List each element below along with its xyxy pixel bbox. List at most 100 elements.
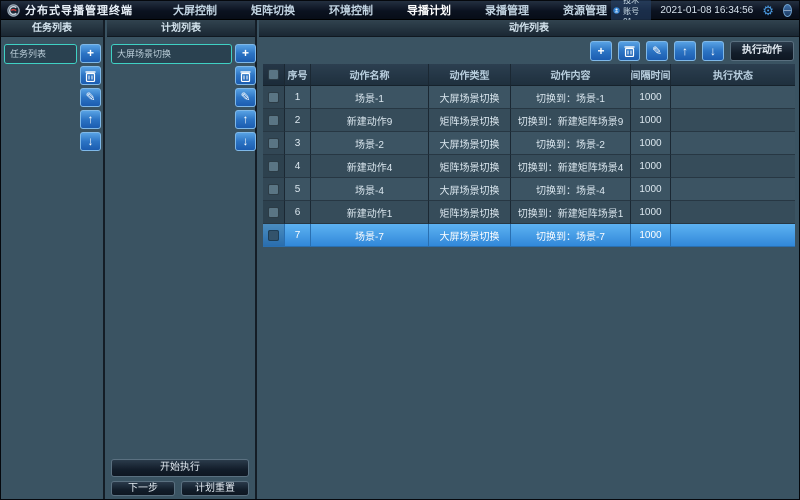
action-move-up-button[interactable]: ↑ [674, 41, 696, 61]
table-row[interactable]: 5 场景-4 大屏场景切换 切换到：场景-4 1000 [263, 178, 795, 201]
cell-action-name: 场景-1 [311, 86, 429, 109]
cell-interval: 1000 [631, 201, 671, 224]
select-all-checkbox[interactable] [268, 69, 279, 80]
action-delete-button[interactable] [618, 41, 640, 61]
column-header-action-name: 动作名称 [311, 64, 429, 86]
plan-move-down-button[interactable]: ↓ [235, 132, 256, 151]
task-button-column: + ✎ ↑ ↓ [80, 44, 101, 151]
table-row-selected[interactable]: 7 场景-7 大屏场景切换 切换到：场景-7 1000 [263, 224, 795, 247]
cell-exec-status [671, 224, 795, 247]
cell-action-type: 矩阵场景切换 [429, 109, 511, 132]
cell-action-content: 切换到：新建矩阵场景9 [511, 109, 631, 132]
tab-matrix-switch[interactable]: 矩阵切换 [247, 0, 299, 22]
table-row[interactable]: 6 新建动作1 矩阵场景切换 切换到：新建矩阵场景1 1000 [263, 201, 795, 224]
cell-interval: 1000 [631, 109, 671, 132]
task-delete-button[interactable] [80, 66, 101, 85]
cell-action-type: 大屏场景切换 [429, 224, 511, 247]
action-move-down-button[interactable]: ↓ [702, 41, 724, 61]
cell-action-type: 矩阵场景切换 [429, 155, 511, 178]
arrow-up-icon: ↑ [88, 111, 94, 128]
cell-action-type: 大屏场景切换 [429, 132, 511, 155]
cell-exec-status [671, 132, 795, 155]
task-move-down-button[interactable]: ↓ [80, 132, 101, 151]
cell-interval: 1000 [631, 178, 671, 201]
action-panel-title: 动作列表 [259, 20, 799, 37]
cell-action-name: 新建动作1 [311, 201, 429, 224]
execute-action-button[interactable]: 执行动作 [730, 41, 794, 61]
row-checkbox[interactable] [268, 115, 279, 126]
table-row[interactable]: 1 场景-1 大屏场景切换 切换到：场景-1 1000 [263, 86, 795, 109]
arrow-up-icon: ↑ [243, 111, 249, 128]
settings-gear-icon[interactable]: ⚙ [762, 4, 774, 17]
arrow-up-icon: ↑ [682, 43, 688, 60]
arrow-down-icon: ↓ [710, 43, 716, 60]
table-row[interactable]: 3 场景-2 大屏场景切换 切换到：场景-2 1000 [263, 132, 795, 155]
task-panel-title: 任务列表 [1, 20, 103, 37]
plan-delete-button[interactable] [235, 66, 256, 85]
plan-reset-button[interactable]: 计划重置 [181, 481, 249, 496]
user-icon [613, 4, 620, 17]
cell-no: 1 [285, 86, 311, 109]
cell-exec-status [671, 109, 795, 132]
cell-exec-status [671, 86, 795, 109]
cell-action-type: 大屏场景切换 [429, 178, 511, 201]
plan-button-column: + ✎ ↑ ↓ [235, 44, 256, 151]
cell-exec-status [671, 155, 795, 178]
task-add-button[interactable]: + [80, 44, 101, 63]
row-checkbox[interactable] [268, 184, 279, 195]
action-add-button[interactable]: + [590, 41, 612, 61]
cell-action-type: 矩阵场景切换 [429, 201, 511, 224]
plus-icon: + [597, 43, 604, 60]
plan-list-panel: 计划列表 大屏场景切换 + ✎ ↑ ↓ 开始执行 下一步 计划重置 [107, 20, 257, 499]
next-step-button[interactable]: 下一步 [111, 481, 175, 496]
cell-action-content: 切换到：新建矩阵场景1 [511, 201, 631, 224]
column-header-no: 序号 [285, 64, 311, 86]
tab-broadcast-plan[interactable]: 导播计划 [403, 0, 455, 22]
table-header-row: 序号 动作名称 动作类型 动作内容 间隔时间 执行状态 [263, 64, 795, 86]
task-move-up-button[interactable]: ↑ [80, 110, 101, 129]
action-toolbar: + ✎ ↑ ↓ 执行动作 [590, 41, 794, 61]
row-checkbox[interactable] [268, 92, 279, 103]
trash-icon [240, 70, 251, 82]
cell-action-name: 新建动作9 [311, 109, 429, 132]
app-logo-icon [7, 4, 20, 17]
cell-interval: 1000 [631, 132, 671, 155]
column-header-exec-status: 执行状态 [671, 64, 795, 86]
tab-recording-management[interactable]: 录播管理 [481, 0, 533, 22]
plan-edit-button[interactable]: ✎ [235, 88, 256, 107]
row-checkbox[interactable] [268, 207, 279, 218]
cell-action-name: 新建动作4 [311, 155, 429, 178]
plan-panel-title: 计划列表 [107, 20, 255, 37]
tab-environment-control[interactable]: 环境控制 [325, 0, 377, 22]
row-checkbox[interactable] [268, 138, 279, 149]
app-window: 分布式导播管理终端 大屏控制 矩阵切换 环境控制 导播计划 录播管理 资源管理 … [0, 0, 800, 500]
cell-action-name: 场景-4 [311, 178, 429, 201]
row-checkbox[interactable] [268, 161, 279, 172]
table-row[interactable]: 2 新建动作9 矩阵场景切换 切换到：新建矩阵场景9 1000 [263, 109, 795, 132]
task-list-item[interactable]: 任务列表 [4, 44, 77, 64]
pen-icon: ✎ [652, 43, 662, 60]
arrow-down-icon: ↓ [243, 133, 249, 150]
column-header-action-type: 动作类型 [429, 64, 511, 86]
action-table: 序号 动作名称 动作类型 动作内容 间隔时间 执行状态 1 场景-1 大屏场景切… [263, 64, 795, 247]
action-edit-button[interactable]: ✎ [646, 41, 668, 61]
cell-action-content: 切换到：场景-7 [511, 224, 631, 247]
arrow-down-icon: ↓ [88, 133, 94, 150]
plan-move-up-button[interactable]: ↑ [235, 110, 256, 129]
main-nav: 大屏控制 矩阵切换 环境控制 导播计划 录播管理 资源管理 [169, 0, 611, 22]
plan-add-button[interactable]: + [235, 44, 256, 63]
task-edit-button[interactable]: ✎ [80, 88, 101, 107]
tab-screen-control[interactable]: 大屏控制 [169, 0, 221, 22]
table-row[interactable]: 4 新建动作4 矩阵场景切换 切换到：新建矩阵场景4 1000 [263, 155, 795, 178]
start-execution-button[interactable]: 开始执行 [111, 459, 249, 477]
column-header-interval: 间隔时间 [631, 64, 671, 86]
cell-action-content: 切换到：场景-1 [511, 86, 631, 109]
minimize-button[interactable]: — [783, 4, 792, 17]
column-header-action-content: 动作内容 [511, 64, 631, 86]
cell-action-content: 切换到：场景-4 [511, 178, 631, 201]
tab-resource-management[interactable]: 资源管理 [559, 0, 611, 22]
cell-action-content: 切换到：场景-2 [511, 132, 631, 155]
plan-list-item[interactable]: 大屏场景切换 [111, 44, 232, 64]
row-checkbox[interactable] [268, 230, 279, 241]
trash-icon [624, 45, 635, 57]
